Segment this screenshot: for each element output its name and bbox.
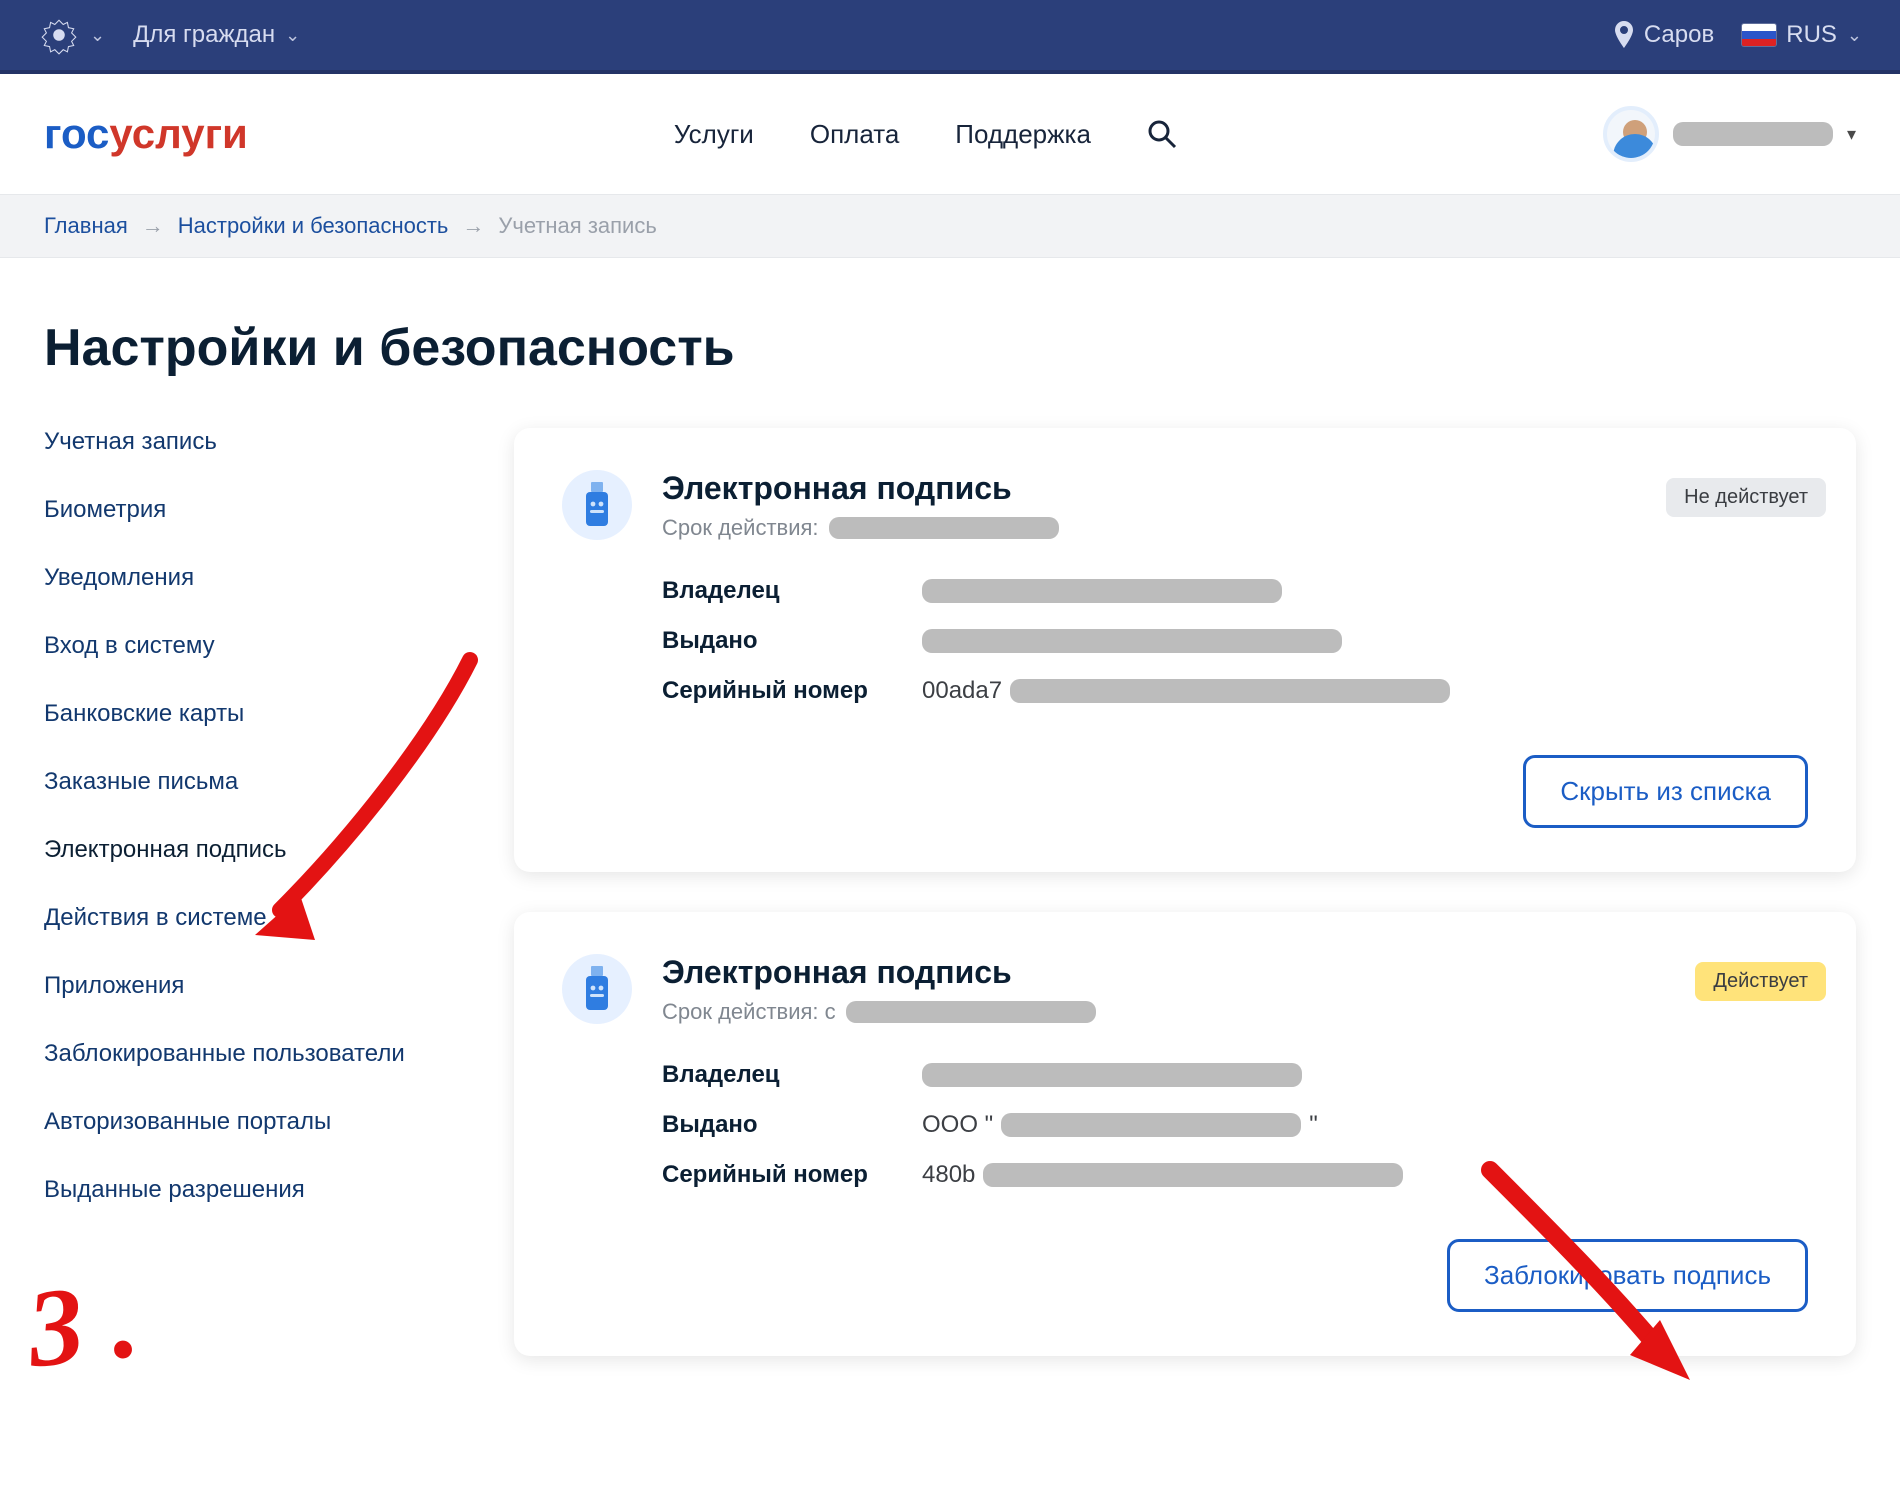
chevron-down-icon: ⌄ [285,25,300,46]
issued-label: Выдано [662,627,922,655]
block-signature-button[interactable]: Заблокировать подпись [1447,1239,1808,1312]
flag-ru-icon [1742,24,1776,46]
status-badge: Не действует [1666,478,1826,517]
coat-of-arms-dropdown[interactable]: ⌄ [38,14,105,56]
logo-part-1: гос [44,110,109,157]
validity-label: Срок действия: [662,515,819,541]
map-pin-icon [1614,21,1634,49]
sidebar-item-notifications[interactable]: Уведомления [44,564,474,592]
validity-value-redacted [846,1001,1096,1023]
annotation-step-number: 3 . [22,1256,145,1394]
serial-prefix: 480b [922,1161,975,1189]
serial-label: Серийный номер [662,1161,922,1189]
card-title: Электронная подпись [662,954,1096,991]
crumb-current: Учетная запись [498,213,656,239]
audience-label: Для граждан [133,21,275,49]
content-area: Не действует Электронная подпись Срок де… [514,428,1856,1356]
sidebar-item-login[interactable]: Вход в систему [44,632,474,660]
status-badge: Действует [1695,962,1826,1001]
audience-dropdown[interactable]: Для граждан ⌄ [133,21,300,49]
sidebar-item-letters[interactable]: Заказные письма [44,768,474,796]
crumb-home[interactable]: Главная [44,213,128,239]
gov-bar: ⌄ Для граждан ⌄ Саров RUS ⌄ [0,0,1900,74]
issued-label: Выдано [662,1111,922,1139]
issued-prefix: ООО " [922,1111,993,1139]
sidebar-item-account[interactable]: Учетная запись [44,428,474,456]
owner-label: Владелец [662,577,922,605]
serial-prefix: 00ada7 [922,677,1002,705]
issued-value-redacted [922,629,1342,653]
issued-value-redacted [1001,1113,1301,1137]
sidebar-item-activity[interactable]: Действия в системе [44,904,474,932]
avatar-icon [1603,106,1659,162]
search-button[interactable] [1147,119,1177,149]
card-title: Электронная подпись [662,470,1059,507]
main-nav: Услуги Оплата Поддержка [674,119,1177,150]
language-code: RUS [1786,21,1837,49]
coat-of-arms-icon [38,14,80,56]
signature-card: Не действует Электронная подпись Срок де… [514,428,1856,872]
sidebar-item-apps[interactable]: Приложения [44,972,474,1000]
breadcrumb: Главная → Настройки и безопасность → Уче… [0,194,1900,258]
chevron-down-icon: ⌄ [90,25,105,46]
sidebar-item-permissions[interactable]: Выданные разрешения [44,1176,474,1204]
settings-sidebar: Учетная запись Биометрия Уведомления Вхо… [44,428,474,1356]
language-selector[interactable]: RUS ⌄ [1742,21,1862,49]
logo-part-2: услуги [109,110,247,157]
site-logo[interactable]: госуслуги [44,110,248,158]
crumb-sep: → [462,213,484,239]
nav-payment[interactable]: Оплата [810,119,899,150]
user-menu[interactable]: ▾ [1603,106,1856,162]
owner-value-redacted [922,1063,1302,1087]
city-selector[interactable]: Саров [1614,21,1714,49]
serial-value-redacted [1010,679,1450,703]
owner-value-redacted [922,579,1282,603]
crumb-settings[interactable]: Настройки и безопасность [178,213,449,239]
validity-label: Срок действия: с [662,999,836,1025]
chevron-down-icon: ⌄ [1847,25,1862,46]
owner-label: Владелец [662,1061,922,1089]
site-header: госуслуги Услуги Оплата Поддержка ▾ [0,74,1900,194]
usb-token-icon [562,954,632,1024]
serial-label: Серийный номер [662,677,922,705]
sidebar-item-esignature[interactable]: Электронная подпись [44,836,474,864]
nav-services[interactable]: Услуги [674,119,754,150]
sidebar-item-bank-cards[interactable]: Банковские карты [44,700,474,728]
sidebar-item-biometrics[interactable]: Биометрия [44,496,474,524]
user-name-redacted [1673,122,1833,146]
nav-support[interactable]: Поддержка [955,119,1091,150]
validity-value-redacted [829,517,1059,539]
crumb-sep: → [142,213,164,239]
page-title: Настройки и безопасность [44,318,1856,378]
sidebar-item-portals[interactable]: Авторизованные порталы [44,1108,474,1136]
sidebar-item-blocked[interactable]: Заблокированные пользователи [44,1040,474,1068]
caret-down-icon: ▾ [1847,124,1856,145]
issued-suffix: " [1309,1111,1318,1139]
usb-token-icon [562,470,632,540]
city-name: Саров [1644,21,1714,49]
signature-card: Действует Электронная подпись Срок дейст… [514,912,1856,1356]
hide-from-list-button[interactable]: Скрыть из списка [1523,755,1808,828]
serial-value-redacted [983,1163,1403,1187]
